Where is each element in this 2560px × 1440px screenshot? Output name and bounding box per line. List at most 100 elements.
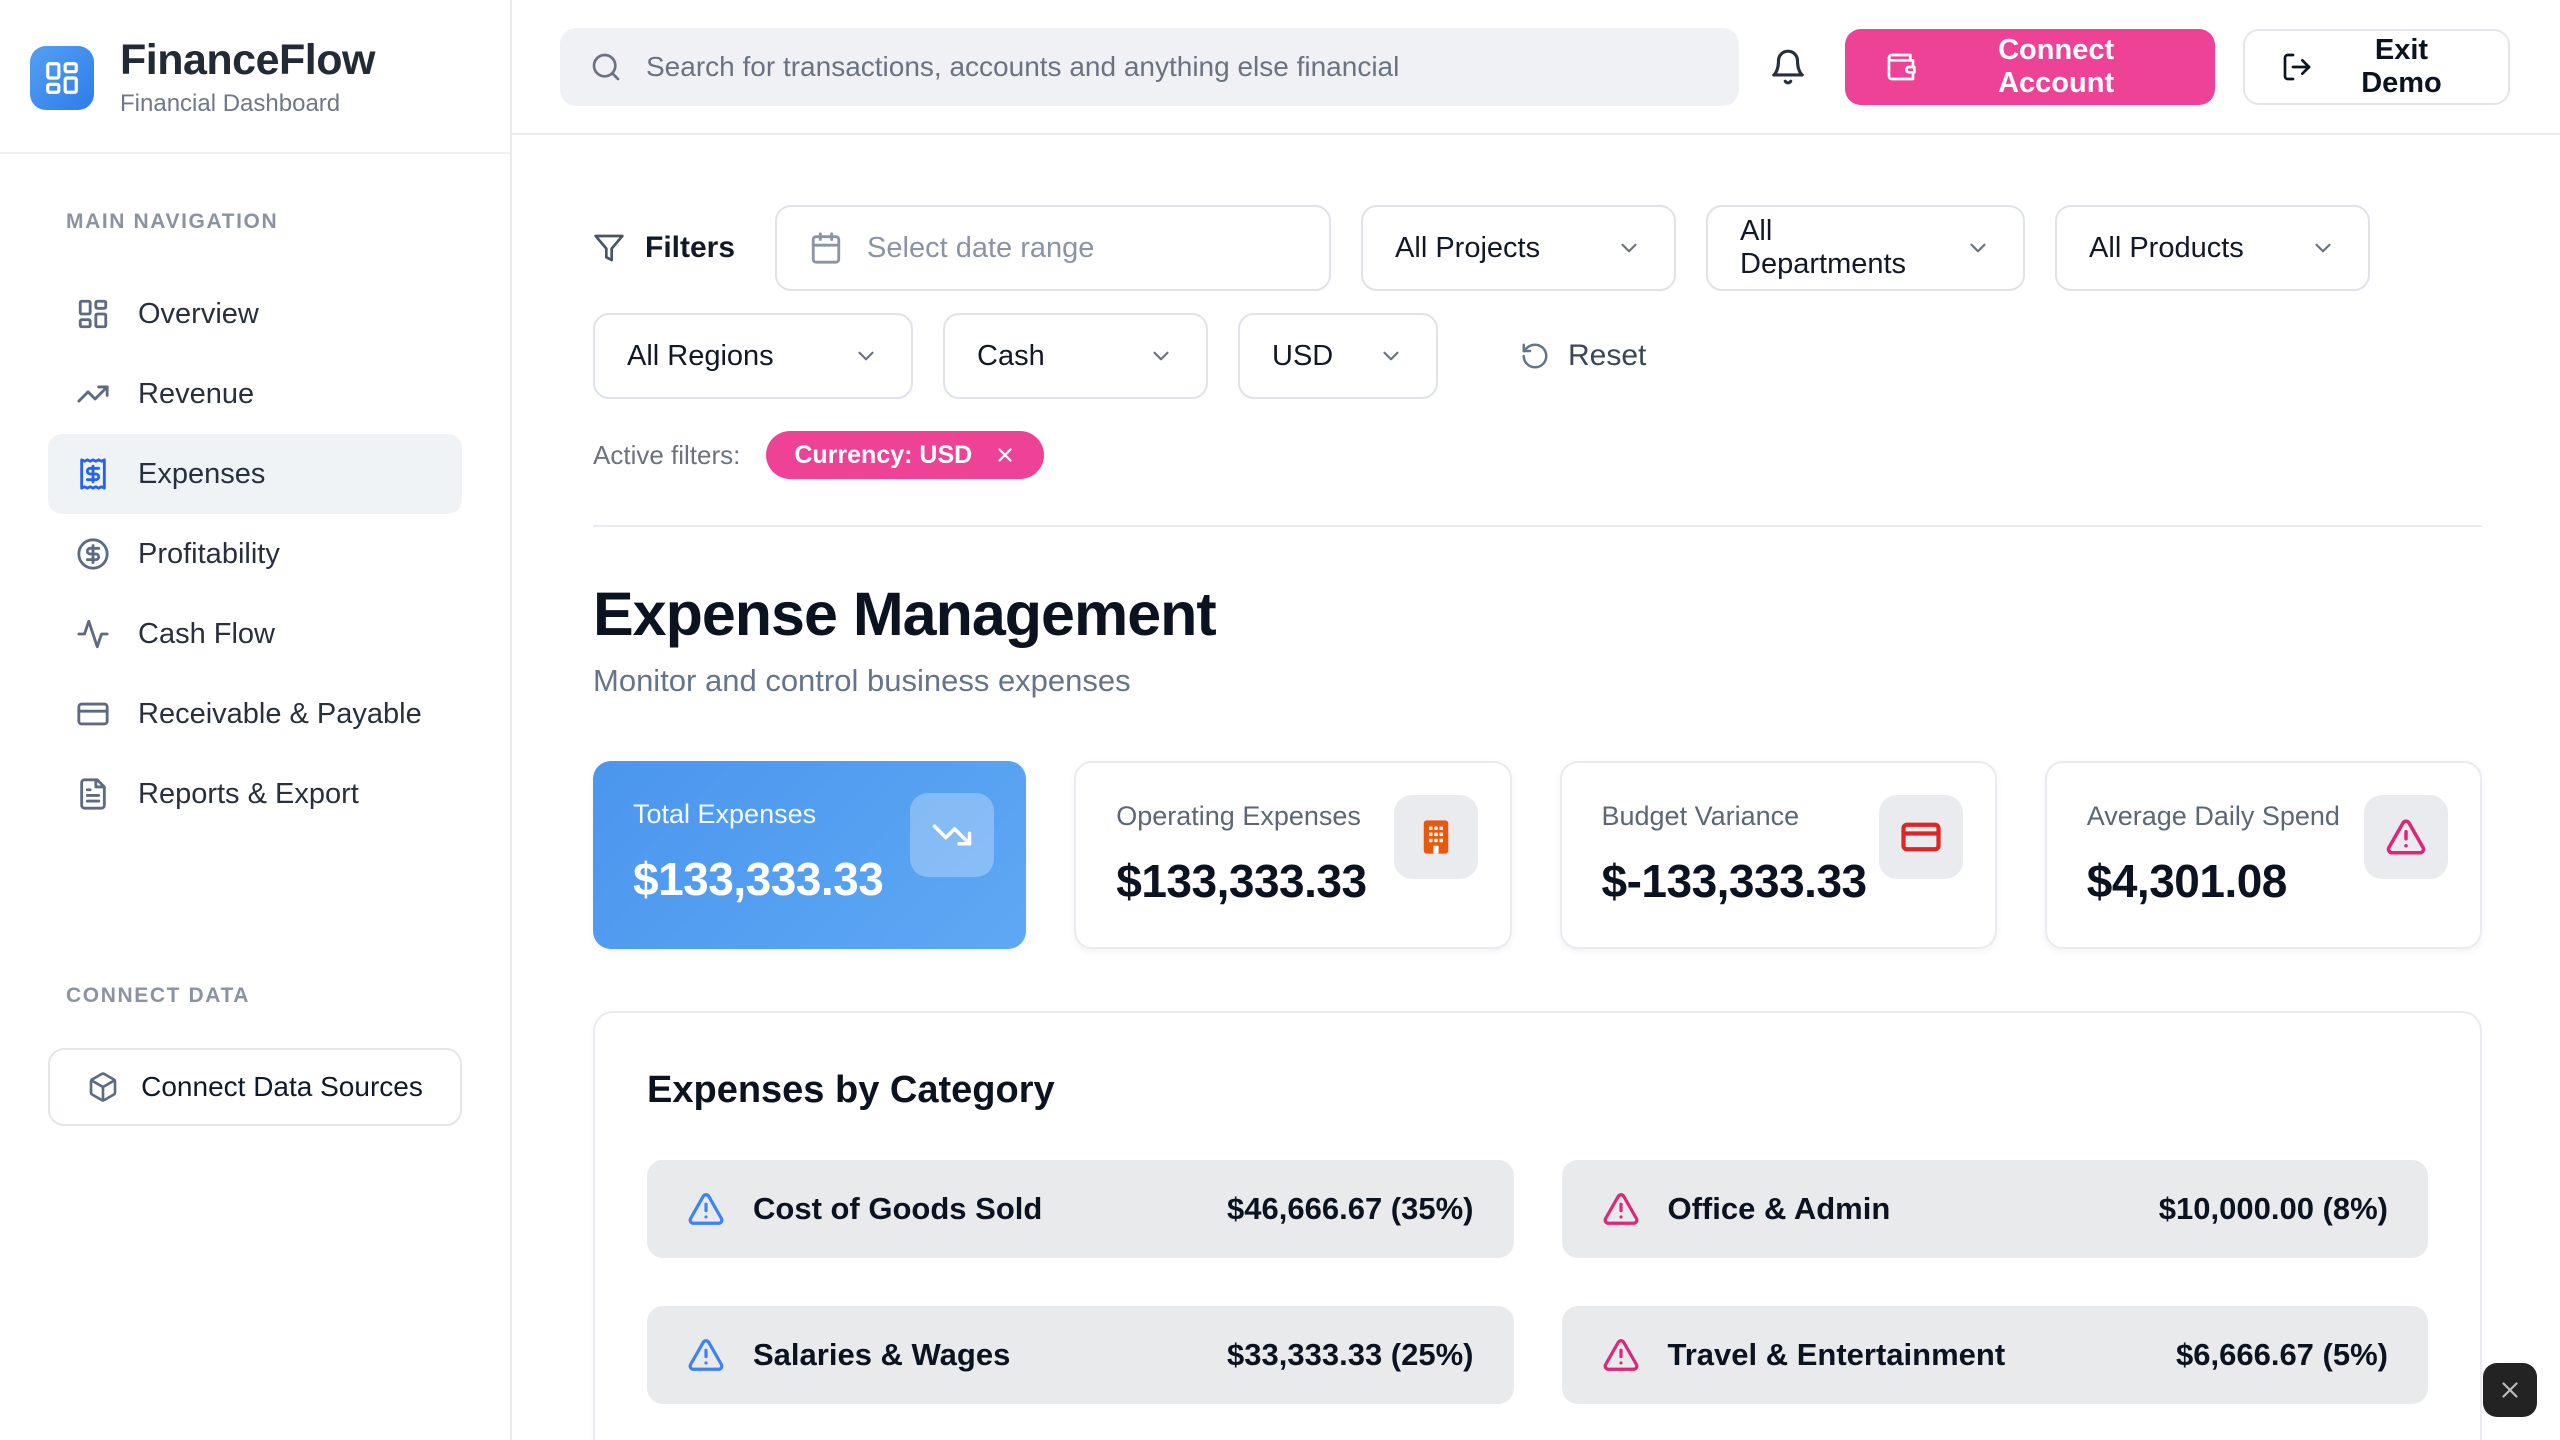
category-name: Office & Admin [1668,1191,1891,1227]
category-value: $46,666.67 (35%) [1227,1191,1473,1227]
stat-icon-badge [1879,795,1963,879]
app-logo [30,46,94,110]
active-filters-row: Active filters: Currency: USD [593,431,2482,479]
sidebar: FinanceFlow Financial Dashboard MAIN NAV… [0,0,512,1440]
trending-up-icon [76,377,110,411]
close-icon [2497,1377,2523,1403]
sidebar-item-label: Reports & Export [138,778,359,811]
category-row-cost-of-goods-sold[interactable]: Cost of Goods Sold $46,666.67 (35%) [647,1160,1514,1258]
currency-filter-chip[interactable]: Currency: USD [766,431,1044,479]
sidebar-item-label: Overview [138,298,259,331]
sidebar-item-cash-flow[interactable]: Cash Flow [48,594,462,674]
top-header: Connect Account Exit Demo [512,0,2560,135]
bell-icon [1769,48,1807,86]
section-divider [593,525,2482,527]
reset-filters-button[interactable]: Reset [1520,339,1646,373]
search-input[interactable] [646,51,1709,83]
main-navigation: MAIN NAVIGATION Overview Revenue Expense… [0,154,510,834]
chevron-down-icon [2310,235,2336,261]
building-icon [1415,816,1457,858]
sidebar-item-receivable-payable[interactable]: Receivable & Payable [48,674,462,754]
calendar-icon [809,231,843,265]
page-subtitle: Monitor and control business expenses [593,663,2482,699]
sidebar-item-label: Receivable & Payable [138,698,422,731]
products-select[interactable]: All Products [2055,205,2370,291]
close-icon [994,444,1016,466]
chevron-down-icon [853,343,879,369]
connect-section-title: CONNECT DATA [66,984,462,1008]
logout-icon [2281,51,2313,83]
category-row-office-admin[interactable]: Office & Admin $10,000.00 (8%) [1562,1160,2429,1258]
category-row-travel-entertainment[interactable]: Travel & Entertainment $6,666.67 (5%) [1562,1306,2429,1404]
date-range-placeholder: Select date range [867,232,1094,265]
dashboard-icon [76,297,110,331]
filters-row-2: All Regions Cash USD Reset [593,313,2482,399]
search-icon [590,51,622,83]
exit-demo-button[interactable]: Exit Demo [2243,29,2510,105]
sidebar-item-revenue[interactable]: Revenue [48,354,462,434]
credit-card-icon [76,697,110,731]
stat-icon-badge [1394,795,1478,879]
alert-triangle-icon [1602,1336,1640,1374]
regions-select[interactable]: All Regions [593,313,913,399]
date-range-input[interactable]: Select date range [775,205,1331,291]
departments-select[interactable]: All Departments [1706,205,2025,291]
connect-data-sources-button[interactable]: Connect Data Sources [48,1048,462,1126]
stat-icon-badge [2364,795,2448,879]
activity-icon [76,617,110,651]
category-row-salaries-wages[interactable]: Salaries & Wages $33,333.33 (25%) [647,1306,1514,1404]
category-value: $10,000.00 (8%) [2159,1191,2388,1227]
sidebar-item-label: Cash Flow [138,618,275,651]
category-name: Travel & Entertainment [1668,1337,2006,1373]
search-bar[interactable] [560,28,1739,106]
categories-title: Expenses by Category [647,1069,2428,1112]
expenses-by-category-card: Expenses by Category Cost of Goods Sold … [593,1011,2482,1440]
projects-select[interactable]: All Projects [1361,205,1676,291]
account-type-select[interactable]: Cash [943,313,1208,399]
page-content: Filters Select date range All Projects A… [512,135,2560,1440]
dashboard-logo-icon [43,59,81,97]
filters-row-1: Filters Select date range All Projects A… [593,205,2482,291]
connect-account-button[interactable]: Connect Account [1845,29,2215,105]
alert-triangle-icon [2385,816,2427,858]
main-area: Connect Account Exit Demo Filters Select… [512,0,2560,1440]
receipt-icon [76,457,110,491]
sidebar-item-label: Profitability [138,538,280,571]
filter-icon [593,232,625,264]
trending-down-icon [931,814,973,856]
filters-label: Filters [593,231,735,265]
app-window: FinanceFlow Financial Dashboard MAIN NAV… [0,0,2560,1440]
currency-select[interactable]: USD [1238,313,1438,399]
active-filters-label: Active filters: [593,440,740,471]
credit-card-icon [1900,816,1942,858]
stat-icon-badge [910,793,994,877]
category-value: $6,666.67 (5%) [2176,1337,2388,1373]
sidebar-item-label: Expenses [138,458,265,491]
sidebar-item-overview[interactable]: Overview [48,274,462,354]
chevron-down-icon [1148,343,1174,369]
stat-card-average-daily-spend: Average Daily Spend $4,301.08 [2045,761,2482,949]
alert-triangle-icon [687,1336,725,1374]
stat-card-total-expenses: Total Expenses $133,333.33 [593,761,1026,949]
close-overlay-button[interactable] [2483,1363,2537,1417]
alert-triangle-icon [687,1190,725,1228]
notifications-button[interactable] [1769,48,1807,86]
file-text-icon [76,777,110,811]
sidebar-item-expenses[interactable]: Expenses [48,434,462,514]
rotate-ccw-icon [1520,341,1550,371]
category-name: Cost of Goods Sold [753,1191,1042,1227]
chevron-down-icon [1965,235,1991,261]
sidebar-item-profitability[interactable]: Profitability [48,514,462,594]
chevron-down-icon [1616,235,1642,261]
category-value: $33,333.33 (25%) [1227,1337,1473,1373]
chevron-down-icon [1378,343,1404,369]
sidebar-item-reports-export[interactable]: Reports & Export [48,754,462,834]
brand-header: FinanceFlow Financial Dashboard [0,0,510,154]
stat-card-operating-expenses: Operating Expenses $133,333.33 [1074,761,1511,949]
alert-triangle-icon [1602,1190,1640,1228]
category-name: Salaries & Wages [753,1337,1010,1373]
box-icon [87,1071,119,1103]
circle-dollar-icon [76,537,110,571]
brand-name: FinanceFlow [120,38,375,83]
wallet-icon [1885,51,1917,83]
